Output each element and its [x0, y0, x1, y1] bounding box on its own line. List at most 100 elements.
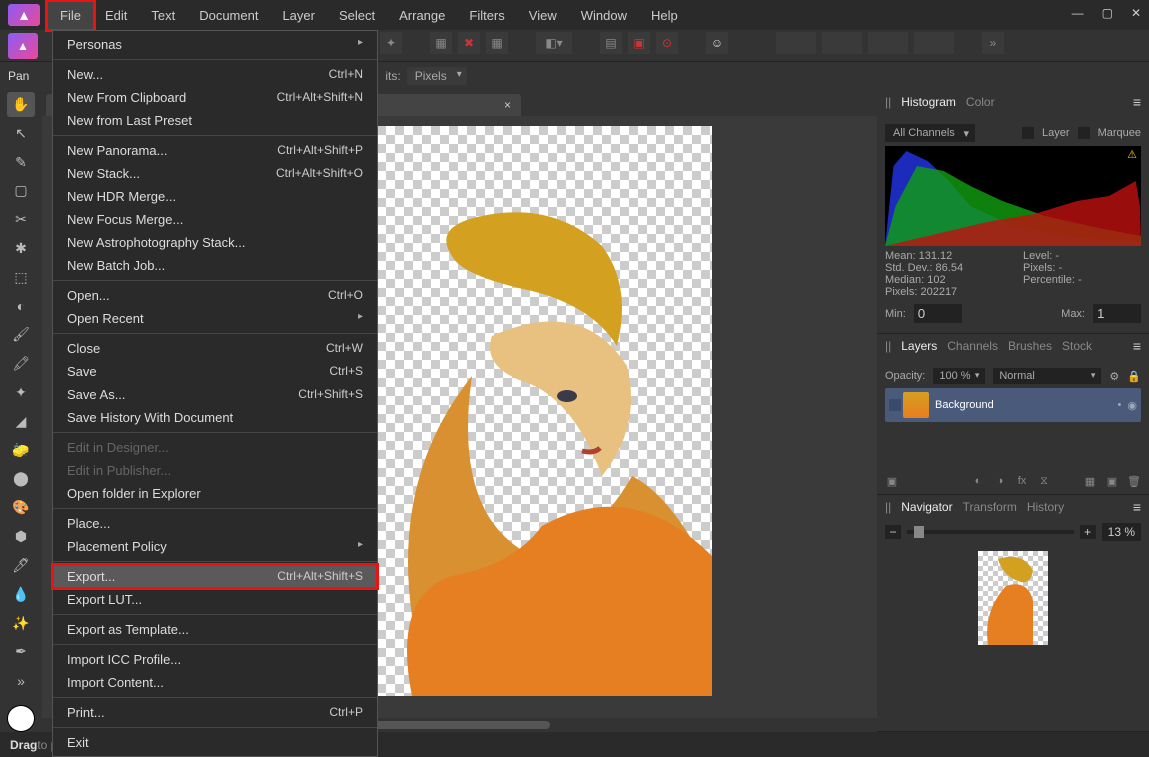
tab-brushes[interactable]: Brushes: [1008, 339, 1052, 353]
panel-menu-icon[interactable]: ≡: [1133, 94, 1141, 110]
menu-close[interactable]: CloseCtrl+W: [53, 337, 377, 360]
toolbar-slot[interactable]: [776, 32, 816, 54]
min-input[interactable]: [914, 304, 962, 323]
menu-print[interactable]: Print...Ctrl+P: [53, 701, 377, 724]
layer-checkbox[interactable]: [1022, 127, 1034, 139]
menu-personas[interactable]: Personas: [53, 33, 377, 56]
channels-dropdown[interactable]: All Channels: [885, 124, 975, 142]
menu-file[interactable]: File: [48, 2, 93, 29]
menu-export-template[interactable]: Export as Template...: [53, 618, 377, 641]
blur-tool[interactable]: 💧: [7, 582, 35, 607]
more-tools[interactable]: »: [7, 668, 35, 693]
marquee-tool[interactable]: ⬚: [7, 265, 35, 290]
chat-icon[interactable]: ☺: [706, 32, 728, 54]
blend-mode-dropdown[interactable]: Normal: [993, 368, 1101, 384]
tab-transform[interactable]: Transform: [963, 500, 1017, 514]
panel-menu-icon[interactable]: ≡: [1133, 499, 1141, 515]
hand-tool[interactable]: ✋: [7, 92, 35, 117]
eraser-tool[interactable]: 🧽: [7, 438, 35, 463]
menu-text[interactable]: Text: [139, 2, 187, 29]
maximize-icon[interactable]: ▢: [1102, 6, 1113, 20]
minimize-icon[interactable]: —: [1072, 6, 1084, 20]
menu-save[interactable]: SaveCtrl+S: [53, 360, 377, 383]
menu-save-as[interactable]: Save As...Ctrl+Shift+S: [53, 383, 377, 406]
paint-brush-tool[interactable]: 🖌: [7, 323, 35, 348]
selection-grow-icon[interactable]: ▦: [486, 32, 508, 54]
group-icon[interactable]: ▣: [1103, 472, 1121, 490]
snap-icon[interactable]: ⊙: [656, 32, 678, 54]
toolbar-slot[interactable]: [868, 32, 908, 54]
pen-tool[interactable]: 🖊: [7, 553, 35, 578]
pixel-tool[interactable]: 🖍: [7, 351, 35, 376]
move-tool[interactable]: ↖: [7, 121, 35, 146]
fx-icon[interactable]: ◑: [991, 472, 1009, 490]
menu-save-history[interactable]: Save History With Document: [53, 406, 377, 429]
max-input[interactable]: [1093, 304, 1141, 323]
menu-new-astro[interactable]: New Astrophotography Stack...: [53, 231, 377, 254]
link-icon[interactable]: ▦: [1081, 472, 1099, 490]
menu-new-hdr[interactable]: New HDR Merge...: [53, 185, 377, 208]
clone-tool[interactable]: ⬤: [7, 467, 35, 492]
menu-place[interactable]: Place...: [53, 512, 377, 535]
tab-color[interactable]: Color: [966, 95, 995, 109]
menu-help[interactable]: Help: [639, 2, 690, 29]
opacity-dropdown[interactable]: 100 %: [933, 368, 985, 384]
menu-layer[interactable]: Layer: [270, 2, 327, 29]
fill-icon[interactable]: ◧▾: [536, 32, 572, 54]
align-icon[interactable]: ▤: [600, 32, 622, 54]
gear-icon[interactable]: ⚙: [1109, 370, 1119, 383]
vector-brush-tool[interactable]: ✒: [7, 639, 35, 664]
zoom-out-button[interactable]: −: [885, 525, 901, 539]
menu-new[interactable]: New...Ctrl+N: [53, 63, 377, 86]
layer-thumbnail[interactable]: [903, 392, 929, 418]
menu-open-folder[interactable]: Open folder in Explorer: [53, 482, 377, 505]
tab-stock[interactable]: Stock: [1062, 339, 1092, 353]
menu-new-batch[interactable]: New Batch Job...: [53, 254, 377, 277]
gradient-tool[interactable]: ◐: [7, 294, 35, 319]
menu-new-focus[interactable]: New Focus Merge...: [53, 208, 377, 231]
lighting-tool[interactable]: ✨: [7, 611, 35, 636]
lock-icon[interactable]: 🔒: [1127, 370, 1141, 383]
color-picker-tool[interactable]: ✎: [7, 150, 35, 175]
selection-none-icon[interactable]: ▦: [430, 32, 452, 54]
tab-channels[interactable]: Channels: [947, 339, 998, 353]
menu-open-recent[interactable]: Open Recent: [53, 307, 377, 330]
menu-import-icc[interactable]: Import ICC Profile...: [53, 648, 377, 671]
menu-filters[interactable]: Filters: [457, 2, 516, 29]
units-dropdown[interactable]: Pixels: [407, 67, 467, 85]
doc-tab-close-icon[interactable]: ×: [504, 98, 511, 112]
menu-view[interactable]: View: [517, 2, 569, 29]
menu-import-content[interactable]: Import Content...: [53, 671, 377, 694]
menu-open[interactable]: Open...Ctrl+O: [53, 284, 377, 307]
tab-history[interactable]: History: [1027, 500, 1064, 514]
tab-layers[interactable]: Layers: [901, 339, 937, 353]
menu-select[interactable]: Select: [327, 2, 387, 29]
menu-new-clipboard[interactable]: New From ClipboardCtrl+Alt+Shift+N: [53, 86, 377, 109]
toolbar-slot[interactable]: [914, 32, 954, 54]
layer-row[interactable]: Background • ◉: [885, 388, 1141, 422]
menu-export[interactable]: Export...Ctrl+Alt+Shift+S: [53, 565, 377, 588]
smudge-tool[interactable]: 🎨: [7, 495, 35, 520]
overflow-icon[interactable]: »: [982, 32, 1004, 54]
arrange-icon[interactable]: ▣: [628, 32, 650, 54]
fx-text-icon[interactable]: fx: [1013, 472, 1031, 490]
menu-new-preset[interactable]: New from Last Preset: [53, 109, 377, 132]
menu-document[interactable]: Document: [187, 2, 270, 29]
toolbar-icon[interactable]: ✦: [380, 32, 402, 54]
navigator-preview[interactable]: [978, 551, 1048, 645]
menu-new-stack[interactable]: New Stack...Ctrl+Alt+Shift+O: [53, 162, 377, 185]
photo-persona-icon[interactable]: ▲: [8, 33, 38, 59]
tab-histogram[interactable]: Histogram: [901, 95, 956, 109]
crop-mask-icon[interactable]: ⧖: [1035, 472, 1053, 490]
zoom-slider[interactable]: [907, 530, 1074, 534]
tab-navigator[interactable]: Navigator: [901, 500, 952, 514]
menu-edit[interactable]: Edit: [93, 2, 139, 29]
shape-tool[interactable]: ⬢: [7, 524, 35, 549]
menu-export-lut[interactable]: Export LUT...: [53, 588, 377, 611]
selection-invert-icon[interactable]: ✖: [458, 32, 480, 54]
selection-brush-tool[interactable]: ✂: [7, 207, 35, 232]
flood-select-tool[interactable]: ✱: [7, 236, 35, 261]
close-icon[interactable]: ✕: [1131, 6, 1141, 20]
delete-icon[interactable]: 🗑: [1125, 472, 1143, 490]
menu-new-panorama[interactable]: New Panorama...Ctrl+Alt+Shift+P: [53, 139, 377, 162]
